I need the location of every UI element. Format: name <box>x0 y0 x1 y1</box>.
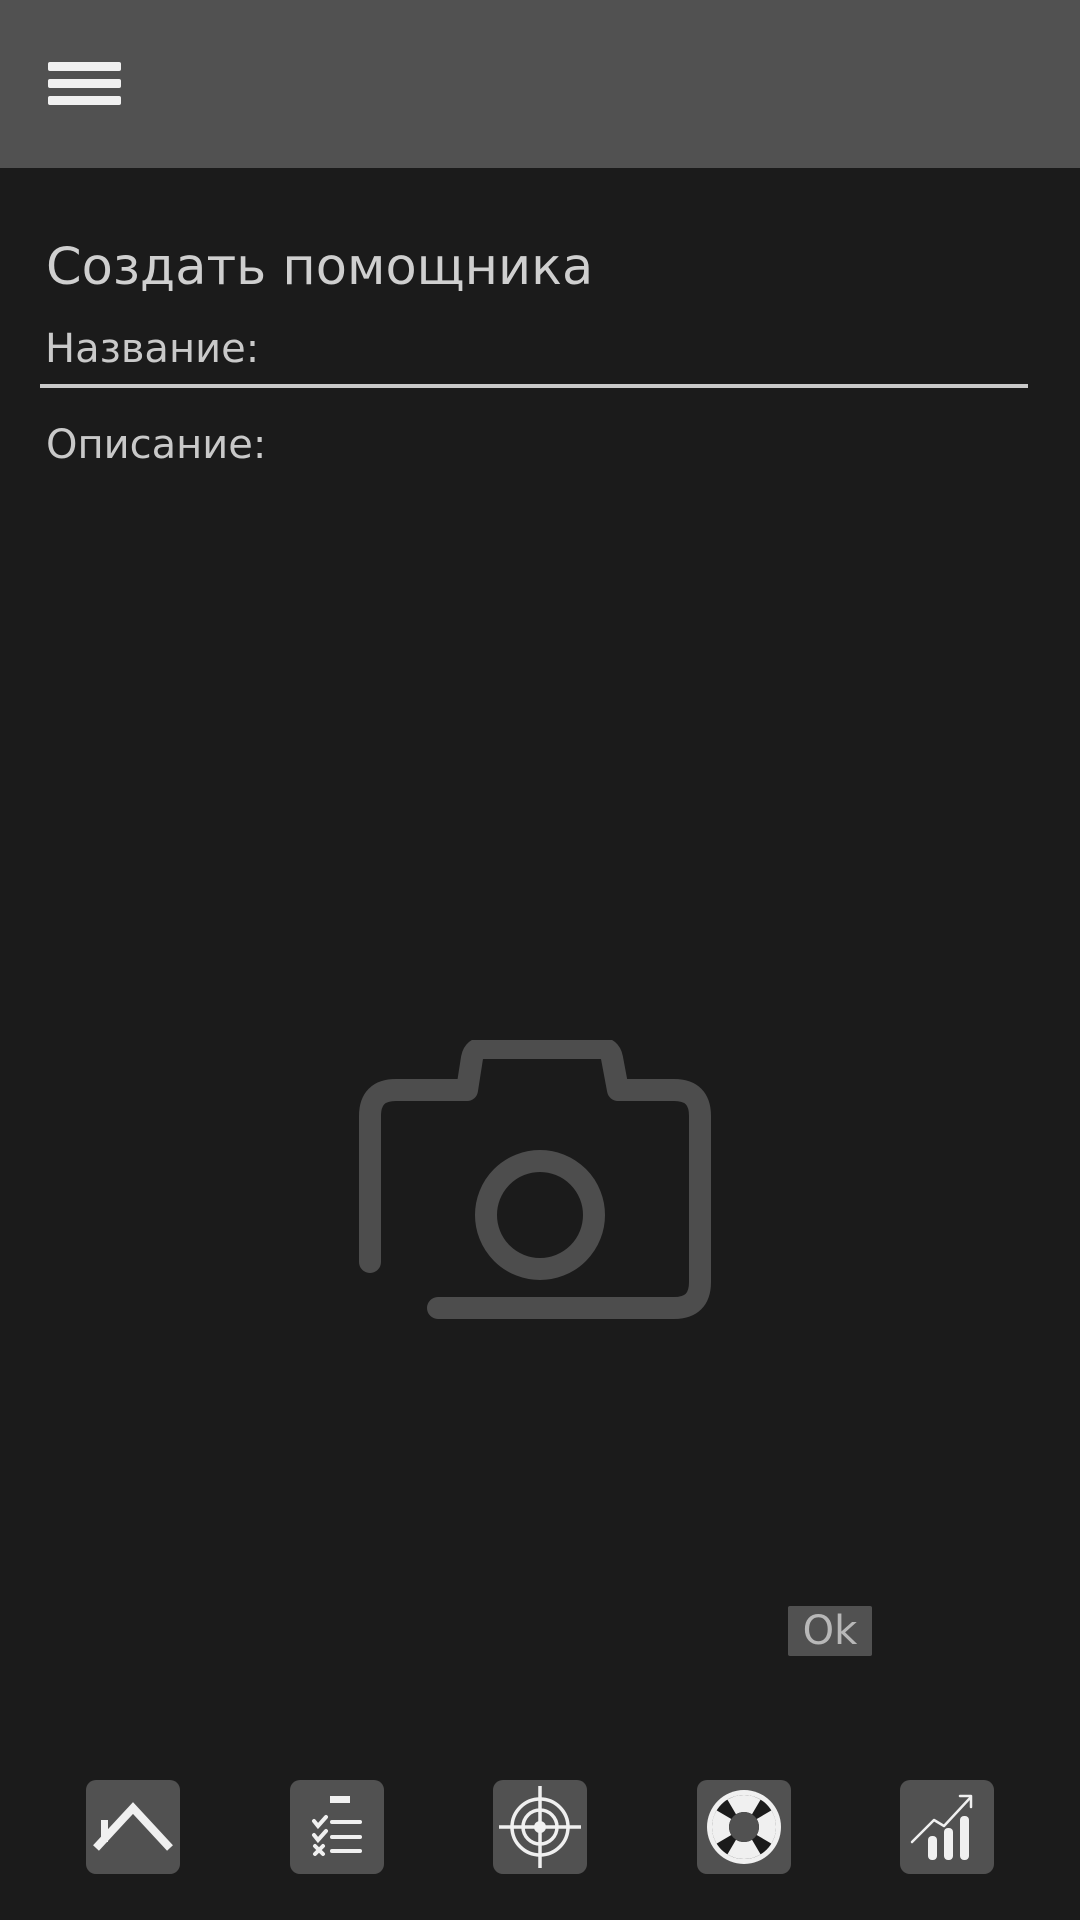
top-bar <box>0 0 1080 168</box>
name-input[interactable] <box>270 320 1020 384</box>
hamburger-menu-icon <box>48 62 121 105</box>
app-screen: Создать помощника Название: Описание: Ok <box>0 0 1080 1920</box>
nav-tasks-button[interactable] <box>290 1780 384 1874</box>
nav-home-button[interactable] <box>86 1780 180 1874</box>
description-input[interactable] <box>40 480 1028 980</box>
growth-chart-icon <box>910 1794 973 1860</box>
photo-picker[interactable] <box>350 1037 730 1340</box>
lifebuoy-icon <box>707 1790 781 1864</box>
checklist-icon <box>312 1796 362 1856</box>
menu-button[interactable] <box>48 60 124 108</box>
name-label: Название: <box>45 326 260 372</box>
description-label: Описание: <box>46 422 267 468</box>
nav-goals-button[interactable] <box>493 1780 587 1874</box>
nav-stats-button[interactable] <box>900 1780 994 1874</box>
bottom-nav <box>0 1780 1080 1874</box>
ok-button[interactable]: Ok <box>788 1606 872 1656</box>
nav-help-button[interactable] <box>697 1780 791 1874</box>
target-icon <box>499 1786 581 1868</box>
page-title: Создать помощника <box>46 238 594 297</box>
name-field[interactable]: Название: <box>40 320 1028 388</box>
home-icon <box>93 1802 173 1851</box>
camera-icon <box>359 1037 711 1319</box>
